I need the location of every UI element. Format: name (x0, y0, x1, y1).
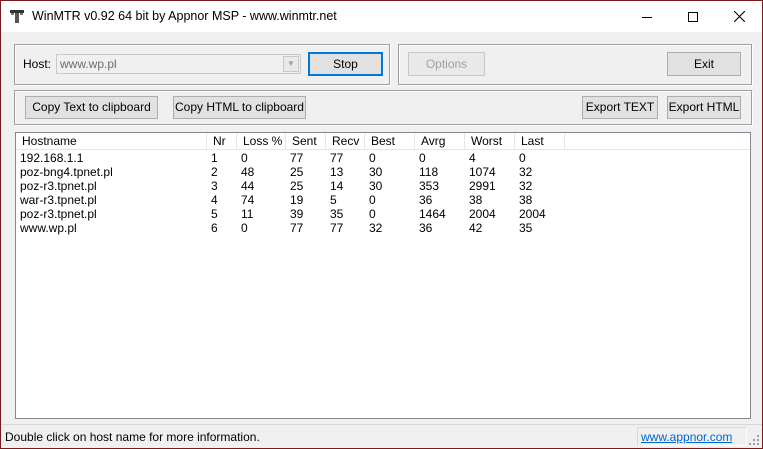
close-icon (733, 11, 745, 22)
cell-hostname: poz-r3.tpnet.pl (20, 207, 97, 221)
cell-sent: 77 (290, 221, 304, 235)
cell-worst: 1074 (469, 165, 496, 179)
maximize-icon (688, 11, 698, 22)
cell-best: 0 (369, 193, 376, 207)
cell-nr: 3 (211, 179, 218, 193)
cell-last: 2004 (519, 207, 546, 221)
cell-recv: 77 (330, 221, 344, 235)
cell-best: 30 (369, 165, 383, 179)
cell-last: 0 (519, 151, 526, 165)
cell-loss: 74 (241, 193, 255, 207)
winmtr-app-icon (10, 10, 24, 23)
copy-text-button[interactable]: Copy Text to clipboard (25, 96, 158, 119)
cell-last: 35 (519, 221, 533, 235)
table-row[interactable]: poz-bng4.tpnet.pl 2 48 25 13 30 118 1074 32 (16, 165, 750, 179)
maximize-button[interactable] (670, 1, 716, 32)
cell-last: 32 (519, 179, 533, 193)
list-rows: 192.168.1.1 1 0 77 77 0 0 4 0 poz-bng4.tpnet.pl 2 4… (16, 151, 750, 235)
cell-best: 30 (369, 179, 383, 193)
cell-worst: 4 (469, 151, 476, 165)
cell-nr: 5 (211, 207, 218, 221)
column-header-recv[interactable]: Recv (326, 133, 365, 150)
close-button[interactable] (716, 1, 762, 32)
window-title: WinMTR v0.92 64 bit by Appnor MSP - www.… (32, 9, 337, 23)
cell-best: 0 (369, 151, 376, 165)
host-label: Host: (23, 57, 52, 71)
cell-hostname: war-r3.tpnet.pl (20, 193, 97, 207)
cell-last: 38 (519, 193, 533, 207)
cell-avrg: 36 (419, 193, 433, 207)
cell-nr: 1 (211, 151, 218, 165)
cell-recv: 35 (330, 207, 344, 221)
export-html-button[interactable]: Export HTML (667, 96, 741, 119)
cell-recv: 5 (330, 193, 337, 207)
cell-loss: 0 (241, 221, 248, 235)
minimize-button[interactable] (624, 1, 670, 32)
status-bar: Double click on host name for more infor… (1, 424, 762, 448)
table-row[interactable]: www.wp.pl 6 0 77 77 32 36 42 35 (16, 221, 750, 235)
cell-nr: 2 (211, 165, 218, 179)
title-bar: WinMTR v0.92 64 bit by Appnor MSP - www.… (1, 1, 762, 32)
cell-recv: 14 (330, 179, 344, 193)
table-row[interactable]: war-r3.tpnet.pl 4 74 19 5 0 36 38 38 (16, 193, 750, 207)
winmtr-window: WinMTR v0.92 64 bit by Appnor MSP - www.… (0, 0, 763, 449)
column-header-worst[interactable]: Worst (465, 133, 515, 150)
cell-avrg: 0 (419, 151, 426, 165)
cell-avrg: 1464 (419, 207, 446, 221)
cell-nr: 6 (211, 221, 218, 235)
cell-loss: 48 (241, 165, 255, 179)
cell-worst: 38 (469, 193, 483, 207)
cell-recv: 77 (330, 151, 344, 165)
column-header-nr[interactable]: Nr (207, 133, 237, 150)
cell-best: 32 (369, 221, 383, 235)
cell-worst: 42 (469, 221, 483, 235)
cell-sent: 25 (290, 179, 304, 193)
resize-grip-icon[interactable] (748, 434, 760, 446)
cell-loss: 0 (241, 151, 248, 165)
cell-sent: 19 (290, 193, 304, 207)
cell-recv: 13 (330, 165, 344, 179)
exit-button[interactable]: Exit (667, 52, 741, 76)
status-message: Double click on host name for more infor… (5, 430, 260, 444)
export-text-button[interactable]: Export TEXT (582, 96, 658, 119)
table-row[interactable]: poz-r3.tpnet.pl 5 11 39 35 0 1464 2004 2004 (16, 207, 750, 221)
cell-worst: 2991 (469, 179, 496, 193)
cell-avrg: 118 (419, 165, 439, 179)
options-button[interactable]: Options (408, 52, 485, 76)
stop-button[interactable]: Stop (308, 52, 383, 76)
chevron-down-icon[interactable]: ▼ (283, 56, 299, 72)
table-row[interactable]: poz-r3.tpnet.pl 3 44 25 14 30 353 2991 32 (16, 179, 750, 193)
column-header-loss[interactable]: Loss % (237, 133, 286, 150)
cell-best: 0 (369, 207, 376, 221)
cell-hostname: www.wp.pl (20, 221, 77, 235)
column-header-avrg[interactable]: Avrg (415, 133, 465, 150)
results-list[interactable]: Hostname Nr Loss % Sent Recv Best Avrg W… (15, 132, 751, 419)
column-header-last[interactable]: Last (515, 133, 565, 150)
table-row[interactable]: 192.168.1.1 1 0 77 77 0 0 4 0 (16, 151, 750, 165)
cell-loss: 11 (241, 207, 254, 221)
cell-hostname: poz-bng4.tpnet.pl (20, 165, 113, 179)
host-combo[interactable]: www.wp.pl ▼ (56, 54, 301, 74)
host-value: www.wp.pl (60, 57, 117, 71)
cell-last: 32 (519, 165, 533, 179)
cell-worst: 2004 (469, 207, 496, 221)
cell-hostname: poz-r3.tpnet.pl (20, 179, 97, 193)
cell-avrg: 36 (419, 221, 433, 235)
column-header-sent[interactable]: Sent (286, 133, 326, 150)
list-header: Hostname Nr Loss % Sent Recv Best Avrg W… (16, 133, 750, 150)
copy-html-button[interactable]: Copy HTML to clipboard (173, 96, 306, 119)
column-header-hostname[interactable]: Hostname (16, 133, 207, 150)
cell-sent: 39 (290, 207, 304, 221)
cell-sent: 77 (290, 151, 304, 165)
cell-loss: 44 (241, 179, 255, 193)
cell-hostname: 192.168.1.1 (20, 151, 84, 165)
cell-avrg: 353 (419, 179, 440, 193)
minimize-icon (642, 16, 652, 18)
column-header-best[interactable]: Best (365, 133, 415, 150)
cell-nr: 4 (211, 193, 218, 207)
appnor-link[interactable]: www.appnor.com (641, 430, 732, 444)
cell-sent: 25 (290, 165, 304, 179)
